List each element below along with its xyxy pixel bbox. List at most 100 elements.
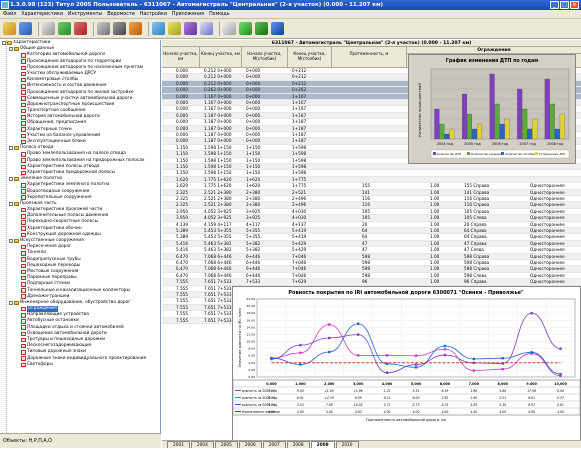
data-value: 5.34: [268, 403, 275, 407]
table-cell: 1.00: [430, 253, 440, 259]
sort-icon[interactable]: [74, 22, 87, 35]
table-cell: 47 Слева: [464, 247, 484, 253]
document-icon: [21, 263, 26, 269]
year-tab[interactable]: 2008: [286, 441, 310, 448]
y-axis-label: Количество происшествий: [417, 83, 422, 137]
window-title: 1.3.0.98 (123) Титул 2005 Пользователь -…: [10, 2, 384, 8]
document-icon: [21, 183, 26, 188]
data-value: 3.98: [470, 389, 477, 393]
data-value: 8.00: [557, 389, 564, 393]
table-cell: 1.150: [176, 170, 188, 176]
table-cell: Одностороннее: [530, 183, 565, 189]
data-value: 15.02: [354, 403, 363, 407]
year-tab[interactable]: 2005: [214, 441, 238, 448]
bar: [517, 88, 523, 140]
close-button[interactable]: ×: [570, 1, 579, 9]
x-tick-label: 5,000: [411, 382, 422, 386]
tree-item[interactable]: Светофоры: [0, 362, 160, 368]
table-cell: 1+775: [292, 183, 307, 189]
table-cell: 598 Справа: [464, 266, 490, 272]
year-tab[interactable]: 2009: [310, 441, 335, 448]
table-cell: 4+117: [246, 221, 261, 227]
menu-tools[interactable]: Инструменты: [68, 12, 102, 17]
table-cell: 1.00: [430, 196, 440, 201]
table-cell: 1.00: [430, 272, 440, 278]
funnel-icon[interactable]: [58, 22, 71, 35]
map-icon[interactable]: [152, 22, 165, 35]
table-cell: 0.000: [176, 112, 188, 118]
word-icon[interactable]: [271, 22, 284, 35]
maximize-button[interactable]: □: [560, 1, 569, 9]
chart-icon[interactable]: [168, 22, 181, 35]
table-cell: 598 Справа: [464, 253, 490, 259]
table-cell: 0.212 0+000: [204, 80, 232, 86]
edit-icon[interactable]: [129, 22, 142, 35]
menu-applications[interactable]: Приложения: [172, 12, 204, 17]
expand-toggle[interactable]: [2, 41, 6, 45]
table-cell: 1.187 0+000: [204, 138, 232, 144]
table-cell: 1.167 0+000: [204, 106, 232, 112]
bar: [477, 123, 483, 140]
expand-toggle[interactable]: [9, 202, 13, 206]
minimize-button[interactable]: _: [550, 1, 559, 9]
document-icon: [21, 84, 26, 89]
legend-label: Количество погибших: [505, 152, 538, 156]
table-cell: 6.470: [176, 260, 188, 265]
save-icon[interactable]: [19, 22, 32, 35]
excel-icon[interactable]: [255, 22, 268, 35]
table-cell: 5.453 5+355: [204, 234, 232, 240]
table-cell: 1+620: [246, 183, 261, 189]
table-cell: 0+212: [292, 80, 307, 86]
table-cell: 0+000: [246, 106, 261, 112]
layers-icon[interactable]: [184, 22, 197, 35]
document-icon: [21, 331, 26, 337]
table-cell: 20: [362, 221, 368, 227]
x-axis-label: Протяженность автомобильной дороги, км: [366, 418, 446, 422]
open-icon[interactable]: [3, 22, 16, 35]
print-icon[interactable]: [113, 22, 126, 35]
col-header-length[interactable]: Протяженность, м: [332, 47, 407, 68]
expand-toggle[interactable]: [9, 301, 13, 305]
menu-reports[interactable]: Ведомости: [107, 12, 135, 17]
copy-icon[interactable]: [97, 22, 110, 35]
table-cell: 7.555: [176, 311, 188, 317]
year-tab[interactable]: 2006: [238, 441, 262, 448]
expand-toggle[interactable]: [9, 177, 13, 181]
menu-file[interactable]: Файл: [3, 12, 16, 17]
document-icon: [21, 220, 26, 225]
table-cell: 2+380: [246, 189, 261, 195]
expand-toggle[interactable]: [9, 47, 13, 51]
filter-icon[interactable]: [42, 22, 55, 35]
document-icon[interactable]: [223, 22, 236, 35]
table-cell: 0.000: [176, 93, 188, 99]
table-cell: 0+000: [246, 87, 261, 93]
document-icon: [21, 288, 26, 293]
table-cell: Одностороннее: [530, 253, 565, 259]
table-cell: 1+187: [292, 119, 307, 125]
document-icon: [21, 133, 26, 139]
year-tab[interactable]: 2001: [167, 441, 190, 448]
col-header-end-post[interactable]: Конец участка, М(столбик): [288, 47, 332, 68]
table-cell: 116: [362, 202, 370, 208]
menu-settings[interactable]: Настройки: [140, 12, 167, 17]
table-cell: 598 Справа: [464, 260, 490, 265]
table-cell: 1+150: [246, 170, 261, 176]
table-cell: 5+382: [246, 247, 261, 253]
table-icon[interactable]: [200, 22, 213, 35]
menu-characteristics[interactable]: Характеристики: [21, 12, 63, 17]
check-icon[interactable]: [239, 22, 252, 35]
data-value: 4.00: [355, 410, 362, 414]
col-header-start-post[interactable]: Начало участка, М(столбик): [242, 47, 288, 68]
expand-toggle[interactable]: [9, 239, 13, 243]
table-cell: 7.651 7+533: [204, 279, 232, 285]
table-cell: 155 Справа: [464, 183, 490, 189]
year-tab[interactable]: 2004: [190, 441, 214, 448]
year-tab[interactable]: 2010: [335, 441, 359, 448]
col-header-start-km[interactable]: Начало участка, км: [162, 47, 200, 68]
expand-toggle[interactable]: [9, 146, 13, 150]
menu-help[interactable]: Помощь: [209, 12, 229, 17]
year-tab[interactable]: 2007: [262, 441, 286, 448]
table-cell: 0.000: [176, 106, 188, 112]
toolbar-separator: [93, 21, 94, 36]
col-header-end-km[interactable]: Конец участка, км: [200, 47, 242, 68]
